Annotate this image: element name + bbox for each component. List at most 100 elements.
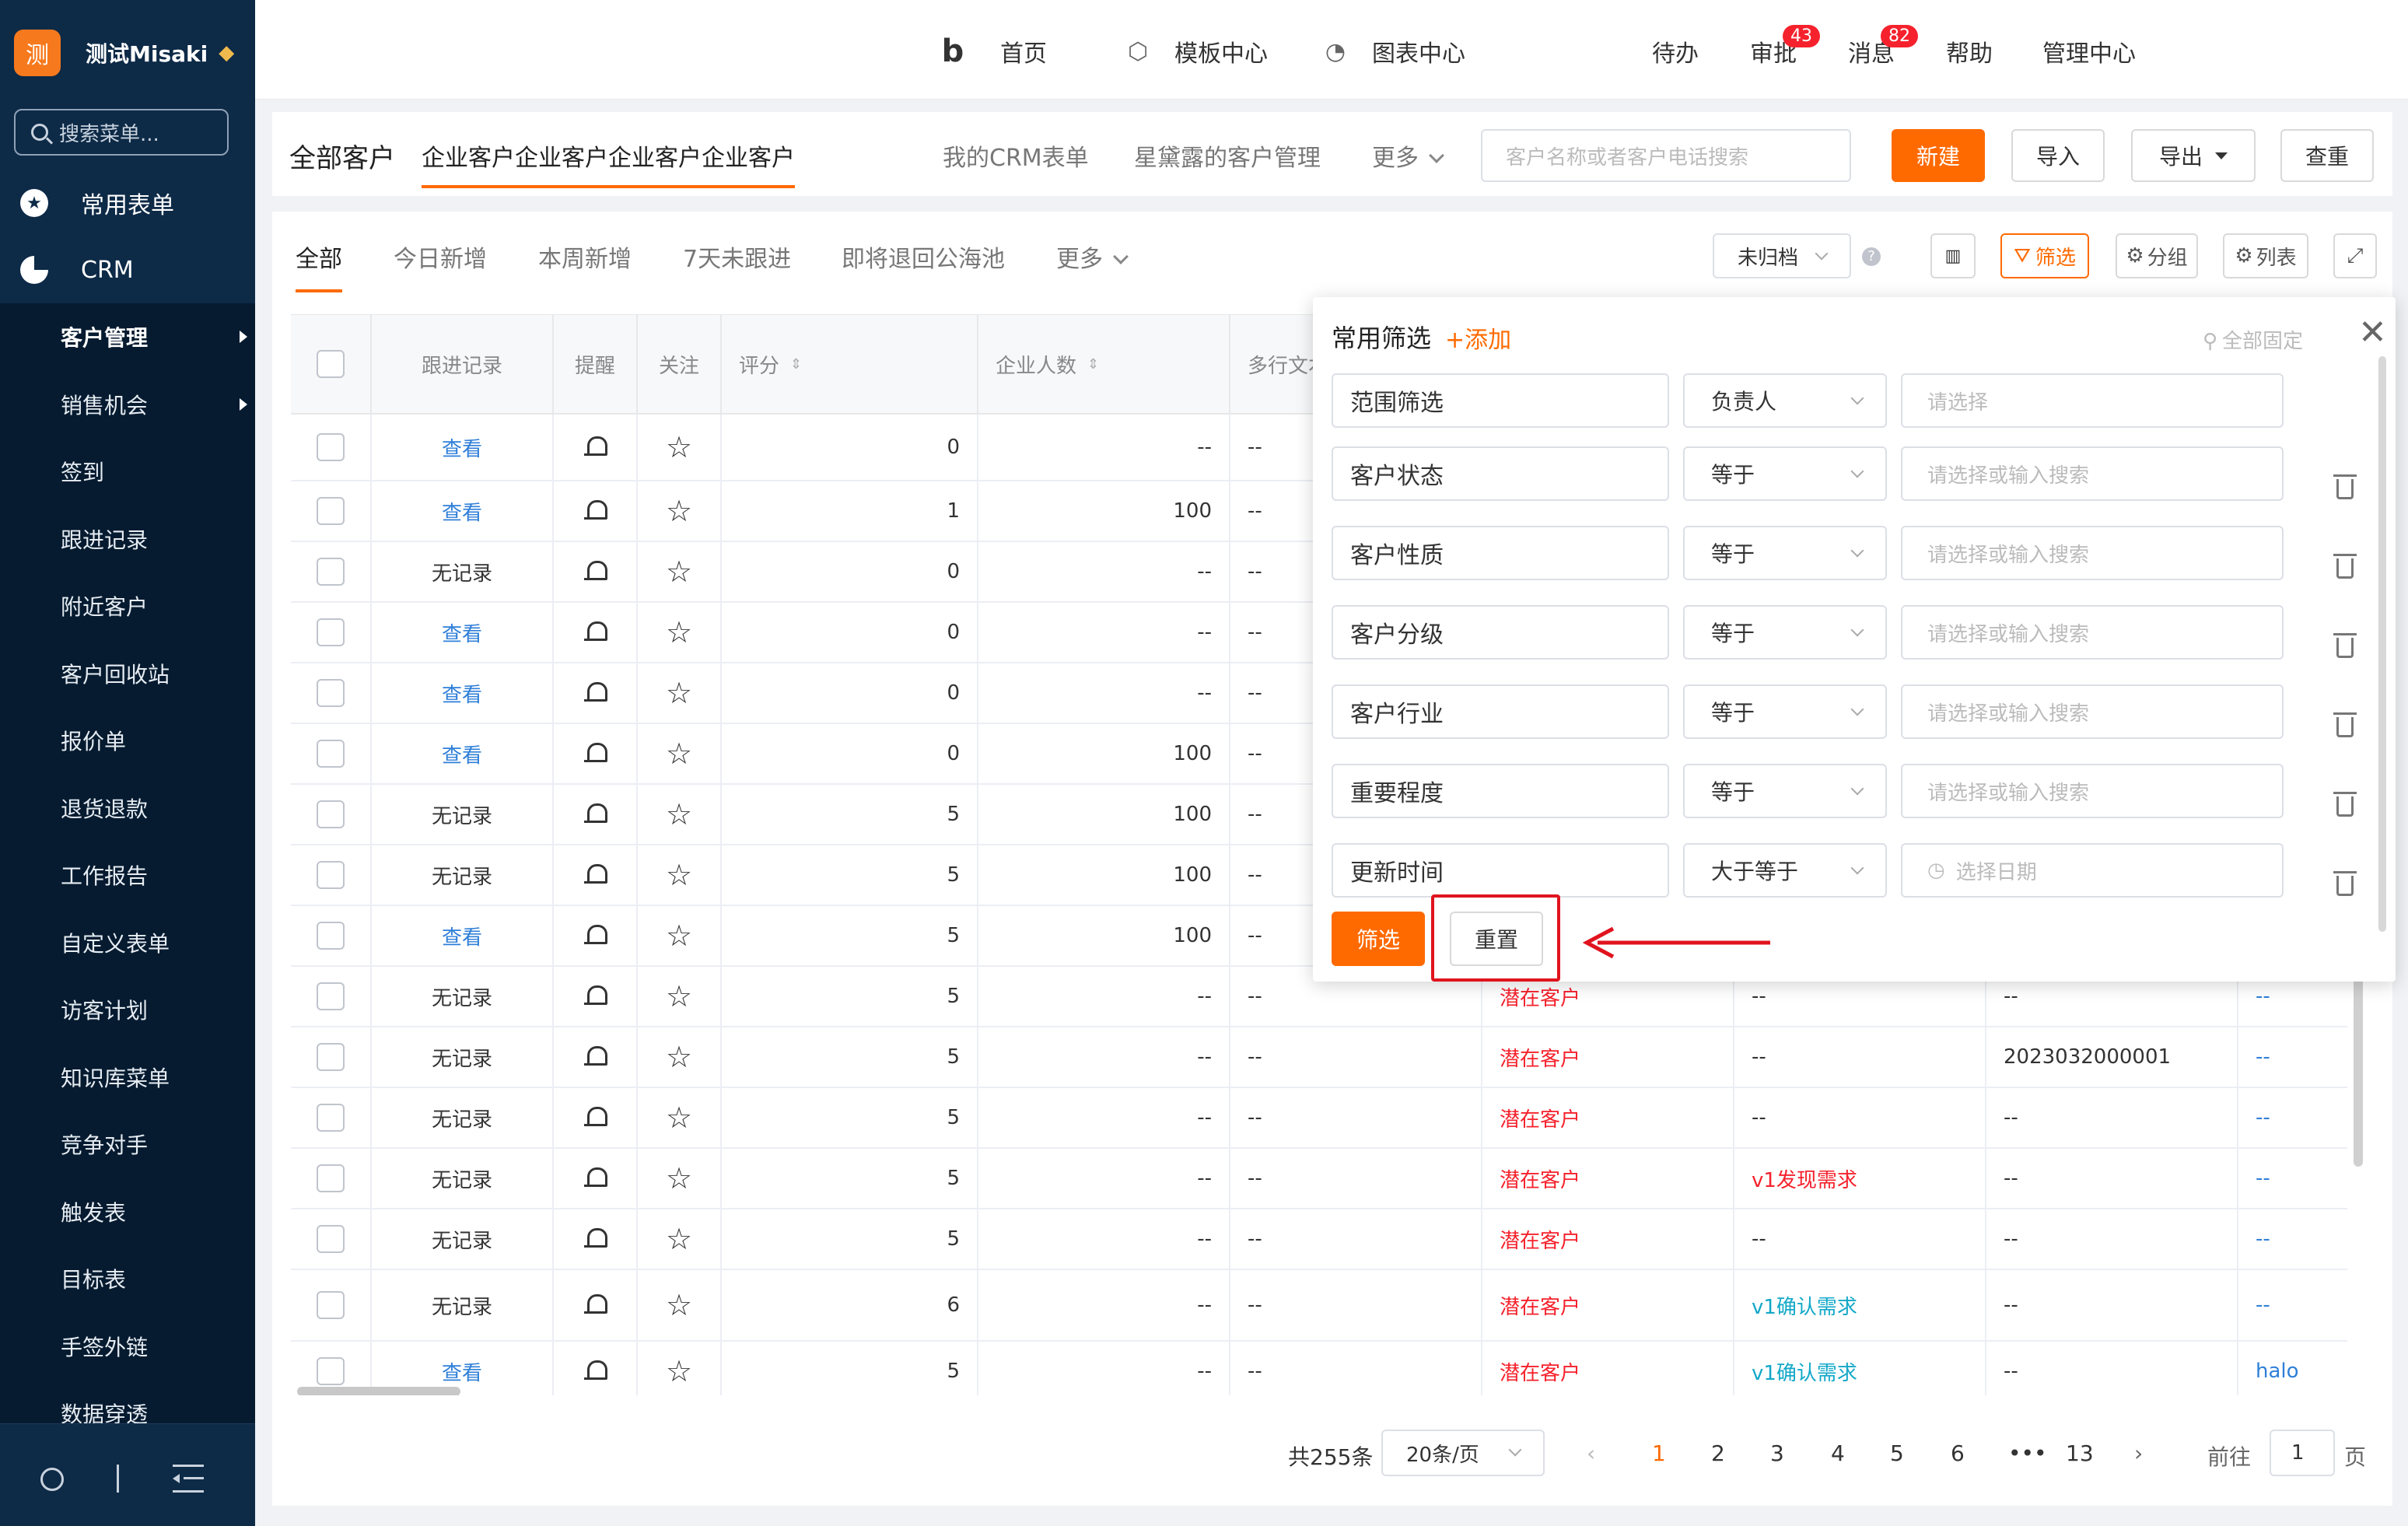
trash-icon[interactable] [2333,474,2357,499]
row-checkbox[interactable] [317,433,345,461]
sidebar-subitem[interactable]: 报价单 [0,707,255,774]
bell-icon[interactable] [584,1227,607,1251]
nav-templates[interactable]: ⬡ 模板中心 [1125,34,1268,68]
star-icon[interactable]: ☆ [666,1356,692,1386]
sidebar-subitem[interactable]: 目标表 [0,1245,255,1312]
bell-icon[interactable] [584,1166,607,1191]
star-icon[interactable]: ☆ [666,1164,692,1193]
page-ellipsis[interactable]: ••• [2008,1440,2047,1466]
row-checkbox[interactable] [317,618,345,646]
next-page-button[interactable]: › [2134,1440,2143,1466]
follow-record[interactable]: 查看 [442,679,482,708]
column-header[interactable]: 跟进记录 [372,315,554,415]
close-icon[interactable]: ✕ [2358,316,2387,350]
row-checkbox[interactable] [317,497,345,525]
bell-icon[interactable] [584,620,607,645]
add-filter-button[interactable]: +添加 [1445,320,1511,355]
table-row[interactable]: 无记录 ☆ 5 -- -- 潜在客户 -- -- -- [291,1088,2347,1149]
dedupe-button[interactable]: 查重 [2280,129,2374,182]
star-icon[interactable]: ☆ [666,800,692,829]
bell-icon[interactable] [584,435,607,460]
filter-value-input[interactable]: 请选择或输入搜索 [1901,446,2284,501]
star-icon[interactable]: ☆ [666,739,692,768]
page-number[interactable]: 1 [1652,1440,1666,1466]
subtab-all[interactable]: 全部 [296,240,342,292]
extra-value[interactable]: -- [2256,1045,2270,1069]
row-checkbox[interactable] [317,558,345,586]
star-icon[interactable]: ☆ [666,618,692,647]
filter-scrollbar[interactable] [2378,356,2386,932]
nav-approve[interactable]: 审批 43 [1750,25,1820,68]
row-checkbox[interactable] [317,922,345,950]
row-checkbox[interactable] [317,800,345,828]
trash-icon[interactable] [2333,712,2357,737]
page-number[interactable]: 3 [1770,1440,1784,1466]
sidebar-subitem[interactable]: 退货退款 [0,775,255,842]
column-header[interactable]: 关注 [638,315,722,415]
page-number[interactable]: 2 [1711,1440,1725,1466]
app-brand[interactable]: 测 测试Misaki ◆ [14,30,239,76]
menu-search-input[interactable]: 搜索菜单... [14,109,229,156]
fullscreen-button[interactable]: ⤢ [2333,233,2377,278]
filter-operator-select[interactable]: 负责人 [1683,373,1887,428]
horizontal-scrollbar[interactable] [297,1387,460,1395]
nav-charts[interactable]: ◔ 图表中心 [1322,34,1465,68]
bell-icon[interactable] [584,1045,607,1069]
tab-my-crm-form[interactable]: 我的CRM表单 [943,138,1089,173]
subtab-7days-no-follow[interactable]: 7天未跟进 [683,240,791,274]
star-icon[interactable]: ☆ [666,1224,692,1254]
row-checkbox[interactable] [317,1043,345,1071]
subtab-today-new[interactable]: 今日新增 [394,240,487,274]
row-checkbox[interactable] [317,1357,345,1385]
star-icon[interactable]: ☆ [666,921,692,950]
filter-operator-select[interactable]: 等于 [1683,605,1887,660]
table-row[interactable]: 无记录 ☆ 5 -- -- 潜在客户 v1发现需求 -- -- [291,1149,2347,1209]
prev-page-button[interactable]: ‹ [1587,1440,1595,1466]
filter-operator-select[interactable]: 等于 [1683,526,1887,580]
row-checkbox[interactable] [317,1104,345,1132]
subtab-week-new[interactable]: 本周新增 [538,240,632,274]
bell-icon[interactable] [584,681,607,705]
sidebar-subitem[interactable]: 竞争对手 [0,1111,255,1178]
column-header-people[interactable]: 企业人数 ⇕ [978,315,1230,415]
filter-field[interactable]: 重要程度 [1332,764,1669,818]
bell-icon[interactable] [584,1359,607,1384]
nav-admin[interactable]: 管理中心 [2042,34,2136,68]
star-icon[interactable]: ☆ [666,982,692,1011]
star-icon[interactable]: ☆ [666,496,692,526]
follow-record[interactable]: 查看 [442,1357,482,1386]
bell-icon[interactable] [584,802,607,827]
star-icon[interactable]: ☆ [666,432,692,462]
page-number[interactable]: 4 [1831,1440,1845,1466]
sidebar-subitem[interactable]: 销售机会 [0,371,255,438]
extra-value[interactable]: -- [2256,1227,2270,1251]
select-all-checkbox[interactable] [317,350,345,378]
filter-value-input[interactable]: 请选择或输入搜索 [1901,526,2284,580]
follow-record[interactable]: 查看 [442,433,482,462]
list-button[interactable]: ⚙ 列表 [2223,233,2308,278]
row-checkbox[interactable] [317,1225,345,1253]
bell-icon[interactable] [584,741,607,766]
goto-page-input[interactable]: 1 [2270,1430,2335,1476]
filter-operator-select[interactable]: 等于 [1683,446,1887,501]
sidebar-subitem[interactable]: 附近客户 [0,572,255,639]
export-button[interactable]: 导出 [2131,129,2256,182]
table-row[interactable]: 查看 ☆ 5 -- -- 潜在客户 v1确认需求 -- halo [291,1342,2347,1395]
trash-icon[interactable] [2333,792,2357,817]
filter-field[interactable]: 客户状态 [1332,446,1669,501]
trash-icon[interactable] [2333,554,2357,579]
select-all-header[interactable] [291,315,372,415]
star-icon[interactable]: ☆ [666,1042,692,1072]
bell-icon[interactable] [584,1293,607,1318]
star-icon[interactable]: ☆ [666,557,692,586]
trash-icon[interactable] [2333,633,2357,658]
filter-field[interactable]: 客户分级 [1332,605,1669,660]
filter-operator-select[interactable]: 等于 [1683,684,1887,739]
apply-filter-button[interactable]: 筛选 [1332,912,1425,966]
bell-icon[interactable] [584,863,607,887]
sort-icon[interactable]: ⇕ [1087,356,1099,373]
nav-messages[interactable]: 消息 82 [1848,25,1918,68]
table-row[interactable]: 无记录 ☆ 5 -- -- 潜在客户 -- -- -- [291,1209,2347,1270]
sidebar-subitem[interactable]: 访客计划 [0,976,255,1043]
sidebar-subitem[interactable]: 客户管理 [0,303,255,370]
